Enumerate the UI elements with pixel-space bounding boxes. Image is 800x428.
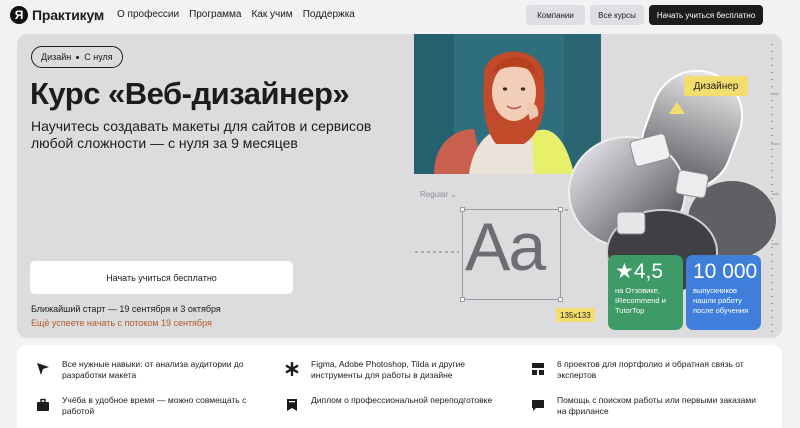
layout-grid-icon <box>530 361 546 377</box>
nav-item-program[interactable]: Программа <box>189 9 241 20</box>
feature-item: Помощь с поиском работы или первыми зака… <box>530 395 757 417</box>
briefcase-icon <box>35 397 51 413</box>
features-section: Все нужные навыки: от анализа аудитории … <box>17 345 782 428</box>
graduates-caption: выпускников нашли работу после обучения <box>693 286 749 315</box>
rating-caption: на Отзовике, IRecommend и TutorTop <box>615 286 666 315</box>
feature-item: Все нужные навыки: от анализа аудитории … <box>35 359 262 381</box>
text-sample: Aa <box>465 209 546 285</box>
site-header: Я Практикум О профессии Программа Как уч… <box>0 0 800 31</box>
hero-section: Дизайн С нуля Курс «Веб-дизайнер» Научит… <box>17 34 782 338</box>
diploma-icon <box>284 397 300 413</box>
yandex-logo-icon: Я <box>10 6 28 24</box>
resize-handle[interactable] <box>460 207 465 212</box>
feature-text: Учёба в удобное время — можно совмещать … <box>62 395 247 416</box>
rating-card: ★4,5 на Отзовике, IRecommend и TutorTop <box>608 255 683 330</box>
main-nav: О профессии Программа Как учим Поддержка <box>117 9 355 20</box>
logo-text: Практикум <box>32 7 105 23</box>
feature-text: Помощь с поиском работы или первыми зака… <box>557 395 756 416</box>
star-icon: ★ <box>615 260 634 283</box>
feature-item: Учёба в удобное время — можно совмещать … <box>35 395 262 417</box>
graduates-value: 10 000 <box>693 260 758 283</box>
feature-text: Диплом о профессиональной переподготовке <box>311 395 493 405</box>
logo[interactable]: Я Практикум <box>10 6 104 24</box>
nav-item-about[interactable]: О профессии <box>117 9 179 20</box>
feature-item: Figma, Adobe Photoshop, Tilda и другие и… <box>284 359 511 381</box>
companies-button[interactable]: Компании <box>526 5 585 25</box>
cursor-arrow-icon <box>35 361 51 377</box>
graduates-card: 10 000 выпускников нашли работу после об… <box>686 255 761 330</box>
feature-text: Все нужные навыки: от анализа аудитории … <box>62 359 244 380</box>
dimensions-label: 135x133 <box>556 308 595 322</box>
rating-value: 4,5 <box>633 260 664 283</box>
asterisk-icon <box>284 361 300 377</box>
rating-value-row: ★4,5 <box>615 261 676 283</box>
header-start-free-button[interactable]: Начать учиться бесплатно <box>649 5 763 25</box>
nav-item-support[interactable]: Поддержка <box>303 9 355 20</box>
chat-bubble-icon <box>530 397 546 413</box>
feature-text: 6 проектов для портфолио и обратная связ… <box>557 359 744 380</box>
all-courses-button[interactable]: Все курсы <box>590 5 644 25</box>
designer-tag: Дизайнер <box>684 76 748 96</box>
nav-item-how-we-teach[interactable]: Как учим <box>251 9 292 20</box>
feature-text: Figma, Adobe Photoshop, Tilda и другие и… <box>311 359 466 380</box>
feature-item: 6 проектов для портфолио и обратная связ… <box>530 359 757 381</box>
resize-handle[interactable] <box>460 297 465 302</box>
feature-item: Диплом о профессиональной переподготовке <box>284 395 511 413</box>
